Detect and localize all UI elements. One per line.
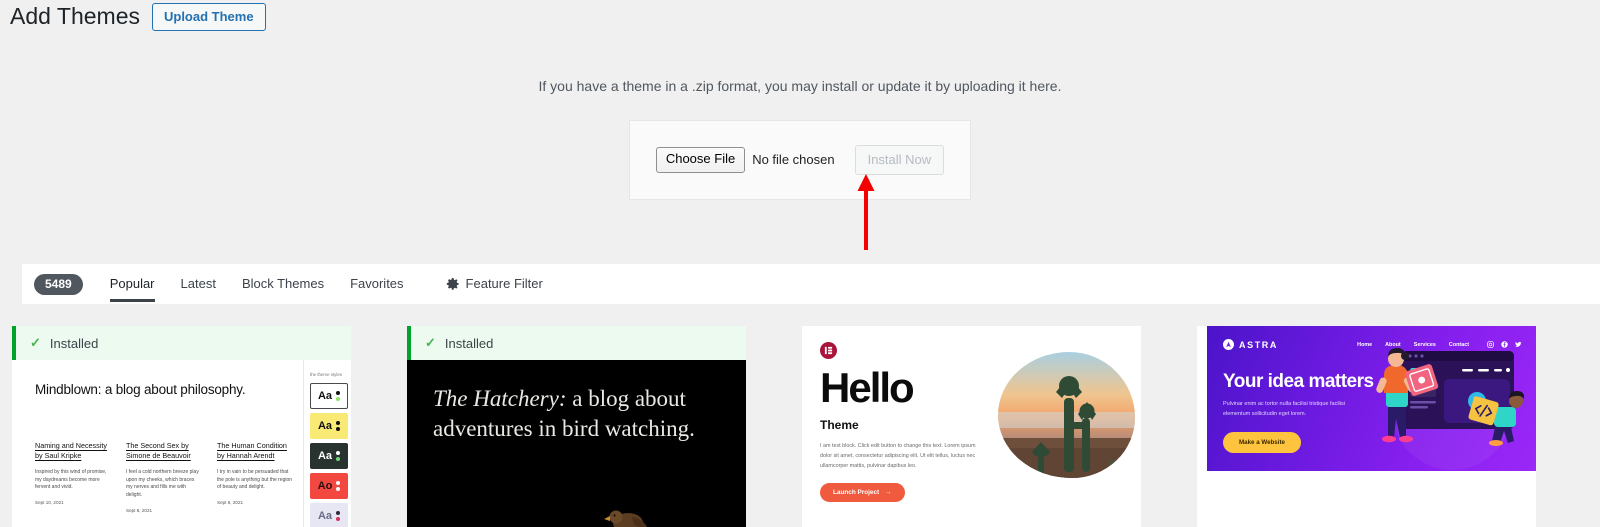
upload-theme-button[interactable]: Upload Theme	[151, 3, 266, 31]
style-swatch-label: Aa	[317, 419, 333, 432]
gear-icon	[446, 277, 459, 290]
theme-style-variations: the theme styles AaAaAaAaAaAaAoAaAaAaAa	[303, 360, 351, 527]
preview-body-text: Pulvinar enim ac tortor nulla facilisi t…	[1223, 401, 1345, 418]
installed-badge: ✓ Installed	[407, 326, 746, 360]
style-swatch: Aa	[310, 383, 348, 409]
upload-hint-text: If you have a theme in a .zip format, yo…	[538, 78, 1062, 94]
installed-label: Installed	[444, 335, 494, 351]
file-input-group[interactable]: Choose File No file chosen	[655, 147, 835, 173]
style-swatch-dots	[336, 421, 341, 431]
theme-grid: ✓ Installed Mindblown: a blog about phil…	[12, 326, 1536, 527]
style-swatch-dot	[336, 451, 341, 456]
style-swatch-dot	[336, 486, 341, 491]
theme-filter-bar: 5489 Popular Latest Block Themes Favorit…	[22, 264, 1600, 304]
style-swatch-dot	[336, 426, 341, 431]
tab-latest[interactable]: Latest	[168, 265, 229, 303]
preview-body-text: I am text block. Click edit button to ch…	[820, 443, 976, 469]
style-swatch-dot	[336, 511, 341, 516]
style-swatch-dot	[336, 396, 341, 401]
style-swatch-label: Ao	[317, 479, 333, 492]
choose-file-button[interactable]: Choose File	[655, 147, 746, 173]
install-now-button[interactable]: Install Now	[854, 145, 945, 175]
preview-post-date: Sept 8, 2021	[126, 507, 153, 513]
bird-illustration-icon	[604, 510, 648, 527]
theme-screenshot: The Hatchery: a blog about adventures in…	[407, 360, 746, 527]
style-swatch-dot	[336, 456, 341, 461]
file-status-text: No file chosen	[752, 152, 835, 168]
theme-screenshot: Hello Theme I am text block. Click edit …	[802, 326, 1141, 527]
cactus-sunset-photo	[998, 352, 1135, 478]
style-swatch-label: Aa	[317, 509, 333, 522]
installed-label: Installed	[49, 335, 99, 351]
style-swatch: Ao	[310, 473, 348, 499]
upload-theme-form: Choose File No file chosen Install Now	[629, 120, 971, 200]
preview-cta-button: Make a Website	[1223, 431, 1301, 453]
theme-count-badge: 5489	[34, 273, 83, 295]
tab-popular[interactable]: Popular	[97, 265, 168, 303]
preview-post: The Second Sex by Simone de Beauvoir I f…	[126, 441, 202, 513]
theme-card[interactable]: Hello Theme I am text block. Click edit …	[802, 326, 1141, 527]
style-swatch-dots	[336, 391, 341, 401]
preview-post-title: Naming and Necessity by Saul Kripke	[35, 441, 107, 461]
installed-badge: ✓ Installed	[12, 326, 351, 360]
astra-brand-name: ASTRA	[1239, 339, 1278, 350]
preview-cta-button: Launch Project →	[820, 483, 905, 502]
style-swatch-dot	[336, 421, 341, 426]
theme-card[interactable]: ✓ Installed The Hatchery: a blog about a…	[407, 326, 746, 527]
preview-post-date: Sept 8, 2021	[217, 500, 244, 506]
style-swatch: Aa	[310, 503, 348, 527]
theme-screenshot: ASTRA Home About Services Contact Your i…	[1197, 326, 1536, 527]
preview-heading-emphasis: The Hatchery:	[433, 386, 567, 411]
preview-post-title: The Human Condition by Hannah Arendt	[217, 441, 287, 461]
preview-heading: The Hatchery: a blog about adventures in…	[407, 360, 746, 445]
style-swatch-grid: AaAaAaAaAaAaAoAaAaAaAa	[310, 383, 351, 527]
preview-post-excerpt: I try in vain to be persuaded that the p…	[217, 468, 293, 491]
elementor-logo-icon	[820, 342, 837, 359]
preview-cta-label: Launch Project	[833, 489, 880, 496]
arrow-right-icon: →	[885, 489, 892, 496]
tab-favorites[interactable]: Favorites	[337, 265, 416, 303]
preview-post-excerpt: Inspired by this wind of promise, my day…	[35, 468, 107, 491]
style-swatch-label: Aa	[317, 389, 333, 402]
astra-brand: ASTRA	[1223, 339, 1278, 350]
theme-card[interactable]: ASTRA Home About Services Contact Your i…	[1197, 326, 1536, 527]
style-swatch: Aa	[310, 443, 348, 469]
style-swatch-label: Aa	[317, 449, 333, 462]
theme-card[interactable]: ✓ Installed Mindblown: a blog about phil…	[12, 326, 351, 527]
style-variations-label: the theme styles	[310, 372, 342, 377]
style-swatch-dots	[336, 451, 341, 461]
style-swatch-dot	[336, 516, 341, 521]
preview-post-title: The Second Sex by Simone de Beauvoir	[126, 441, 191, 461]
style-swatch-dots	[336, 511, 341, 521]
tab-block-themes[interactable]: Block Themes	[229, 265, 337, 303]
astra-hero: ASTRA Home About Services Contact Your i…	[1207, 326, 1536, 471]
upload-theme-region: If you have a theme in a .zip format, yo…	[0, 78, 1600, 200]
page-title: Add Themes	[10, 3, 140, 30]
style-swatch-dot	[336, 481, 341, 486]
astra-logo-icon	[1223, 339, 1234, 350]
preview-post: The Human Condition by Hannah Arendt I t…	[217, 441, 293, 513]
astra-hero-illustration	[1376, 348, 1525, 446]
style-swatch-dot	[336, 391, 341, 396]
check-icon: ✓	[425, 335, 436, 350]
preview-heading: Mindblown: a blog about philosophy.	[35, 382, 246, 397]
style-swatch-dots	[336, 481, 341, 491]
theme-screenshot: Mindblown: a blog about philosophy. Nami…	[12, 360, 351, 527]
feature-filter-label: Feature Filter	[465, 276, 543, 291]
style-swatch: Aa	[310, 413, 348, 439]
preview-post-excerpt: I feel a cold northern breeze play upon …	[126, 468, 199, 499]
check-icon: ✓	[30, 335, 41, 350]
page-header: Add Themes Upload Theme	[0, 0, 1600, 34]
preview-post-date: Sept 10, 2021	[35, 500, 64, 506]
preview-post: Naming and Necessity by Saul Kripke Insp…	[35, 441, 111, 513]
feature-filter-button[interactable]: Feature Filter	[433, 265, 556, 303]
